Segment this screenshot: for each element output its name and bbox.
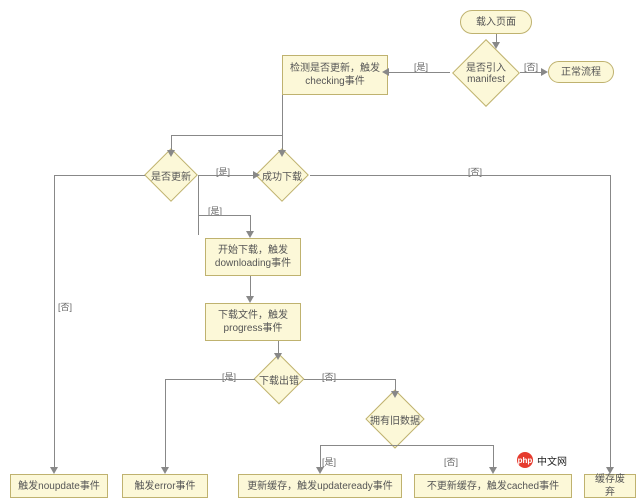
connector xyxy=(320,445,321,469)
connector xyxy=(395,445,493,446)
edge-label-dlerr-yes: [是] xyxy=(222,370,236,383)
edge-label-update-no: [否] xyxy=(58,300,72,313)
terminator-start: 载入页面 xyxy=(460,10,532,34)
connector xyxy=(165,379,166,469)
connector xyxy=(610,175,611,468)
arrow-icon xyxy=(492,42,500,49)
arrow-icon xyxy=(606,467,614,474)
connector xyxy=(54,175,145,176)
process-error: 触发error事件 xyxy=(122,474,208,498)
connector xyxy=(388,72,450,73)
connector xyxy=(493,445,494,469)
arrow-icon xyxy=(274,353,282,360)
connector xyxy=(165,379,255,380)
connector xyxy=(54,175,55,468)
arrow-icon xyxy=(382,68,389,76)
process-progress: 下载文件，触发progress事件 xyxy=(205,303,301,341)
decision-dlerr-shape xyxy=(254,354,305,405)
arrow-icon xyxy=(161,467,169,474)
connector xyxy=(304,379,395,380)
process-noupdate: 触发noupdate事件 xyxy=(10,474,108,498)
edge-label-dlerr-no: [否] xyxy=(322,370,336,383)
edge-label-olddata-no: [否] xyxy=(444,455,458,468)
watermark-dot: php xyxy=(517,452,533,468)
connector xyxy=(520,72,542,73)
connector xyxy=(282,95,283,155)
connector xyxy=(250,276,251,298)
process-updateready: 更新缓存，触发updateready事件 xyxy=(238,474,402,498)
arrow-icon xyxy=(489,467,497,474)
arrow-icon xyxy=(541,68,548,76)
edge-label-update-yes: [是] xyxy=(216,165,230,178)
arrow-icon xyxy=(253,171,260,179)
arrow-icon xyxy=(316,467,324,474)
process-cached: 不更新缓存，触发cached事件 xyxy=(414,474,572,498)
watermark: php 中文网 xyxy=(517,452,567,468)
arrow-icon xyxy=(391,391,399,398)
arrow-icon xyxy=(278,150,286,157)
connector xyxy=(171,135,282,136)
edge-label-dlsuccess-no: [否] xyxy=(468,165,482,178)
arrow-icon xyxy=(50,467,58,474)
process-obsolete: 缓存废弃 xyxy=(584,474,636,498)
process-downloading: 开始下载，触发downloading事件 xyxy=(205,238,301,276)
connector xyxy=(198,215,250,216)
decision-olddata-shape xyxy=(365,389,424,448)
edge-label-olddata-yes: [是] xyxy=(322,455,336,468)
watermark-text: 中文网 xyxy=(537,453,567,468)
terminator-normal: 正常流程 xyxy=(548,61,614,83)
arrow-icon xyxy=(167,150,175,157)
connector xyxy=(198,175,256,176)
arrow-icon xyxy=(246,296,254,303)
process-checking: 检测是否更新，触发checking事件 xyxy=(282,55,388,95)
connector xyxy=(310,175,610,176)
connector xyxy=(198,175,199,235)
connector xyxy=(320,445,395,446)
decision-manifest-shape xyxy=(452,39,520,107)
arrow-icon xyxy=(246,231,254,238)
